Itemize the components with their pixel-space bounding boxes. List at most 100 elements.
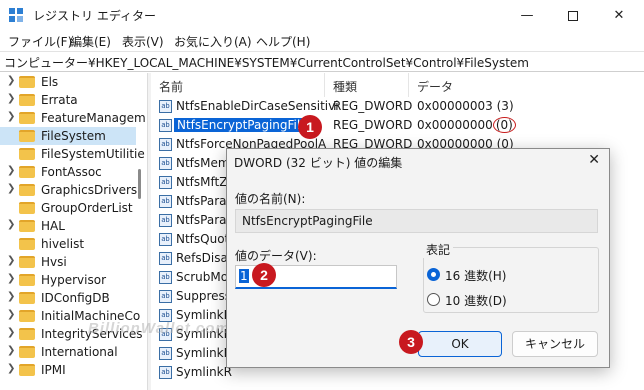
registry-app-icon [9, 8, 24, 23]
radio-unchecked-icon[interactable] [427, 293, 440, 306]
step-badge-1: 1 [298, 115, 322, 139]
ok-button[interactable]: OK [418, 331, 502, 357]
column-header-type[interactable]: 種類 [325, 73, 409, 97]
column-header-name[interactable]: 名前 [151, 73, 325, 97]
tree-item[interactable]: GroupOrderList [0, 199, 136, 217]
tree-item[interactable]: ❯ FeatureManagem [0, 109, 146, 127]
folder-icon [19, 76, 35, 88]
value-name: ScrubMo [176, 270, 229, 284]
chevron-right-icon[interactable]: ❯ [7, 327, 15, 338]
menu-help[interactable]: ヘルプ(H) [256, 33, 310, 50]
tree-scroll-thumb[interactable] [138, 169, 141, 199]
chevron-right-icon[interactable]: ❯ [7, 165, 15, 176]
value-name: NtfsParall [176, 213, 234, 227]
reg-dword-icon: ab [159, 176, 172, 189]
maximize-icon [568, 10, 578, 21]
folder-icon [19, 112, 35, 124]
tree-item[interactable]: FileSystemUtilitie [0, 145, 145, 163]
tree-item-label: hivelist [41, 237, 85, 251]
value-name: NtfsEncryptPagingFile [174, 118, 311, 132]
radio-checked-icon[interactable] [427, 268, 440, 281]
tree-item[interactable]: ❯ HAL [0, 217, 136, 235]
value-data-text: 1 [239, 269, 249, 283]
folder-icon [19, 184, 35, 196]
folder-icon [19, 274, 35, 286]
value-data-decimal: (0) [492, 117, 516, 133]
tree-item[interactable]: ❯ Hypervisor [0, 271, 136, 289]
tree-item[interactable]: ❯ Errata [0, 91, 136, 109]
tree-item[interactable]: ❯ Els [0, 73, 136, 91]
chevron-right-icon[interactable]: ❯ [7, 183, 15, 194]
address-bar[interactable]: コンピューター¥HKEY_LOCAL_MACHINE¥SYSTEM¥Curren… [0, 51, 644, 72]
folder-icon [19, 328, 35, 340]
tree-item[interactable]: ❯ Hvsi [0, 253, 136, 271]
value-name: Suppress [176, 289, 232, 303]
folder-icon [19, 202, 35, 214]
tree-item-label: Hvsi [41, 255, 67, 269]
minimize-button[interactable]: — [504, 0, 550, 31]
chevron-right-icon[interactable]: ❯ [7, 111, 15, 122]
folder-icon [19, 148, 35, 160]
chevron-right-icon[interactable]: ❯ [7, 255, 15, 266]
watermark: BillionWallet.com [88, 320, 230, 337]
radio-decimal-label: 10 進数(D) [445, 294, 507, 308]
chevron-right-icon[interactable]: ❯ [7, 93, 15, 104]
menu-edit[interactable]: 編集(E) [70, 33, 111, 50]
step-badge-3: 3 [399, 330, 423, 354]
tree-item-label: Hypervisor [41, 273, 107, 287]
menu-favorites[interactable]: お気に入り(A) [174, 33, 252, 50]
chevron-right-icon[interactable]: ❯ [7, 363, 15, 374]
tree-item[interactable]: ❯ IDConfigDB [0, 289, 136, 307]
tree-item-label: Els [41, 75, 59, 89]
chevron-right-icon[interactable]: ❯ [7, 345, 15, 356]
value-name: NtfsParall [176, 194, 234, 208]
value-name: SymlinkR [176, 365, 232, 379]
dialog-close-button[interactable]: ✕ [588, 152, 600, 168]
menu-file[interactable]: ファイル(F) [8, 33, 72, 50]
value-name-field: NtfsEncryptPagingFile [235, 209, 598, 233]
value-type: REG_DWORD [333, 99, 413, 113]
tree-item-label: IDConfigDB [41, 291, 110, 305]
tree-item[interactable]: ❯ International [0, 343, 136, 361]
chevron-right-icon[interactable]: ❯ [7, 75, 15, 86]
folder-icon [19, 94, 35, 106]
tree-item-label: International [41, 345, 118, 359]
chevron-right-icon[interactable]: ❯ [7, 291, 15, 302]
value-row[interactable]: ab NtfsEnableDirCaseSensitivi REG_DWORD … [151, 97, 644, 116]
close-button[interactable]: ✕ [596, 0, 642, 31]
value-data-hex: 0x00000000 [417, 118, 493, 132]
chevron-right-icon[interactable]: ❯ [7, 273, 15, 284]
tree-item[interactable]: hivelist [0, 235, 136, 253]
reg-dword-icon: ab [159, 119, 172, 132]
tree-scrollbar[interactable] [136, 73, 146, 390]
dialog-title: DWORD (32 ビット) 値の編集 [234, 156, 403, 170]
tree-item-selected[interactable]: FileSystem [0, 127, 136, 145]
folder-icon [19, 292, 35, 304]
tree-item-label: HAL [41, 219, 65, 233]
maximize-button[interactable] [550, 0, 596, 31]
tree-item[interactable]: ❯ IPMI [0, 361, 136, 379]
column-header-data[interactable]: データ [409, 73, 644, 97]
radio-hexadecimal-label: 16 進数(H) [445, 269, 507, 283]
tree-item-label: FontAssoc [41, 165, 102, 179]
menu-view[interactable]: 表示(V) [122, 33, 164, 50]
chevron-right-icon[interactable]: ❯ [7, 219, 15, 230]
cancel-button[interactable]: キャンセル [512, 331, 598, 357]
folder-icon [19, 256, 35, 268]
chevron-right-icon[interactable]: ❯ [7, 309, 15, 320]
reg-dword-icon: ab [159, 290, 172, 303]
value-row-selected[interactable]: ab NtfsEncryptPagingFile REG_DWORD 0x000… [151, 116, 644, 135]
tree-item[interactable]: ❯ GraphicsDrivers [0, 181, 137, 199]
reg-dword-icon: ab [159, 252, 172, 265]
radix-label: 表記 [423, 241, 454, 258]
folder-icon [19, 364, 35, 376]
tree-item[interactable]: ❯ FontAssoc [0, 163, 136, 181]
reg-dword-icon: ab [159, 347, 172, 360]
key-tree[interactable]: ❯ Els ❯ Errata ❯ FeatureManagem FileSystem … [0, 73, 148, 390]
folder-icon [19, 238, 35, 250]
reg-dword-icon: ab [159, 157, 172, 170]
value-data-label: 値のデータ(V): [235, 249, 317, 263]
menu-bar: ファイル(F) 編集(E) 表示(V) お気に入り(A) ヘルプ(H) [0, 31, 644, 51]
title-bar: レジストリ エディター — ✕ [0, 0, 644, 31]
window-title: レジストリ エディター [33, 9, 156, 23]
